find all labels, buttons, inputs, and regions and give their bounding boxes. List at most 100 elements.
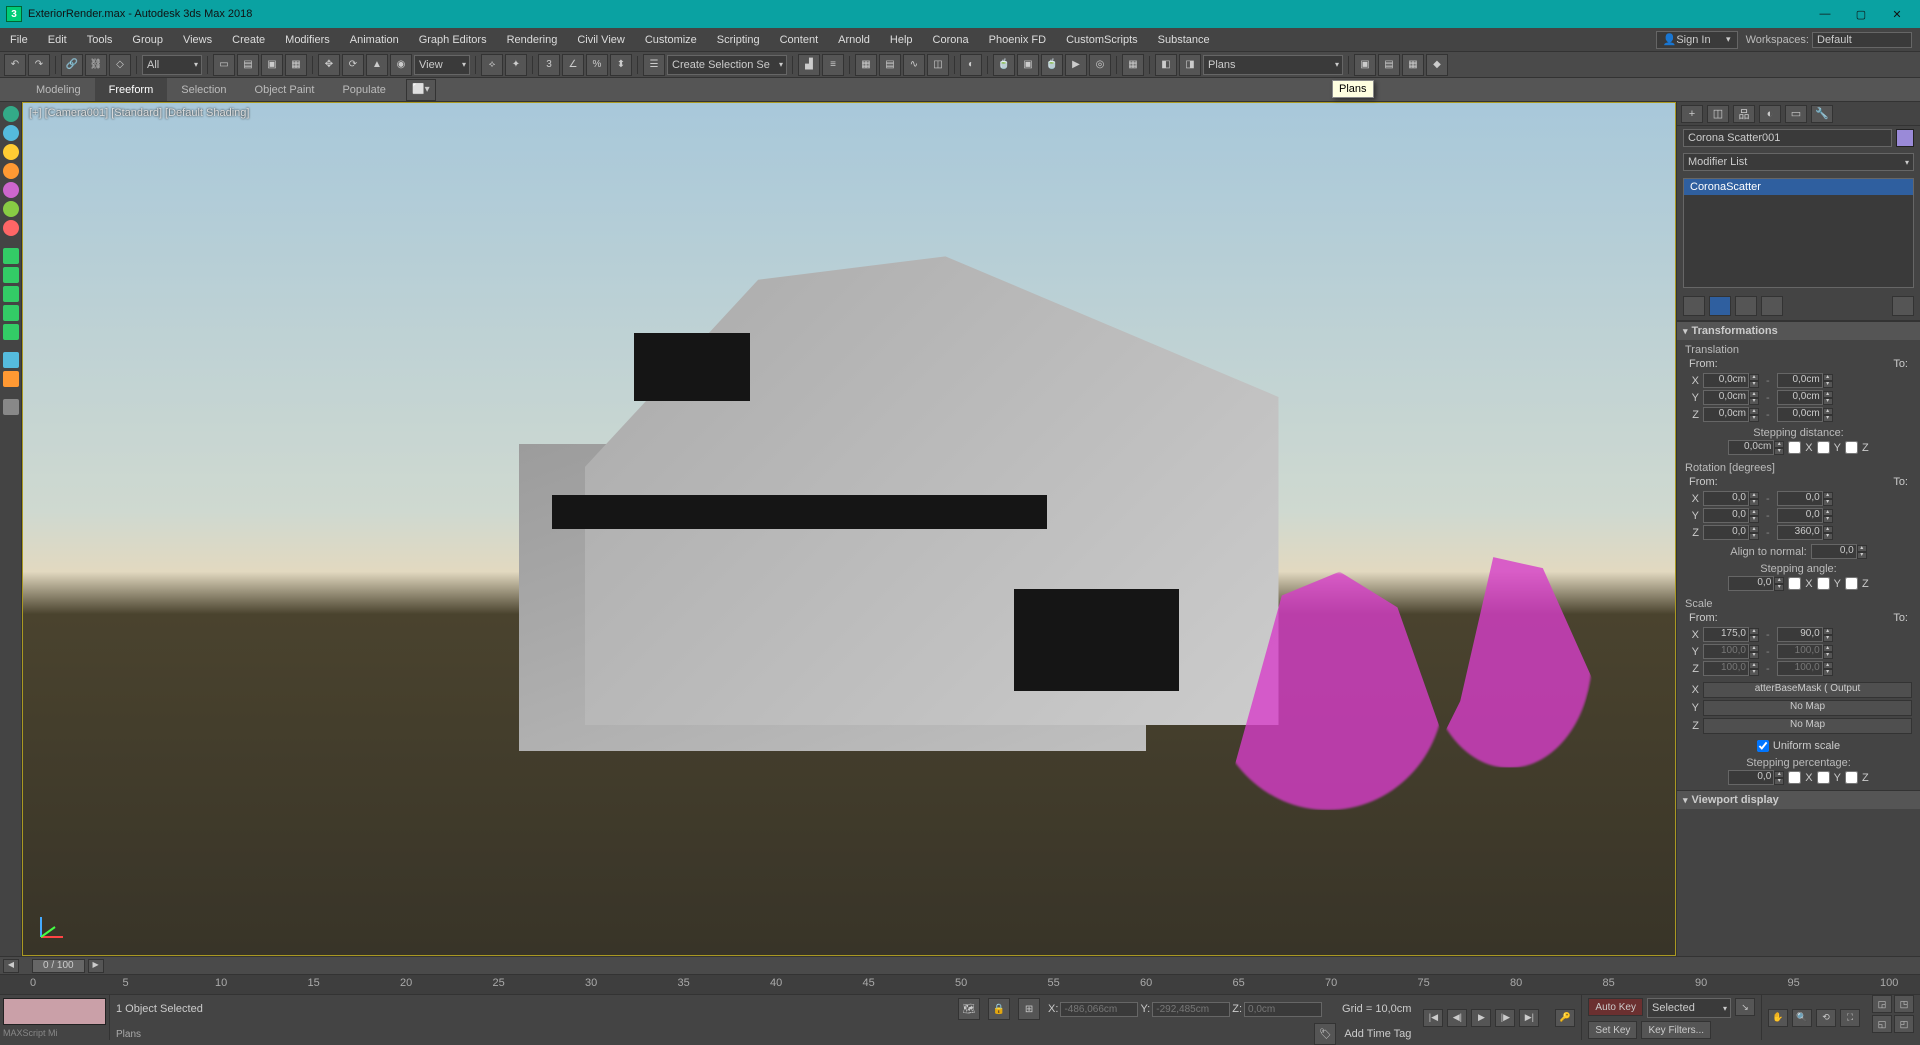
menu-modifiers[interactable]: Modifiers [275, 28, 340, 51]
time-prev[interactable]: ◀ [3, 959, 19, 973]
ribbon-toggle[interactable]: ⬜▾ [406, 79, 436, 101]
vp-nav3[interactable]: ◱ [1872, 1015, 1892, 1033]
custom7[interactable]: ◆ [1426, 54, 1448, 76]
step-distance[interactable]: 0,0cm [1728, 440, 1774, 455]
nav-zoom-icon[interactable]: 🔍 [1792, 1009, 1812, 1027]
tab-populate[interactable]: Populate [328, 78, 399, 101]
add-time-tag[interactable]: Add Time Tag [1344, 1028, 1411, 1040]
redo-button[interactable]: ↷ [28, 54, 50, 76]
viewport[interactable]: [+] [Camera001] [Standard] [Default Shad… [22, 102, 1676, 956]
sign-in-dropdown[interactable]: 👤 Sign In [1656, 31, 1738, 49]
rot-z-to[interactable]: 360,0 [1777, 525, 1823, 540]
menu-tools[interactable]: Tools [77, 28, 123, 51]
nav-max-icon[interactable]: ⛶ [1840, 1009, 1860, 1027]
mirror-button[interactable]: ▟ [798, 54, 820, 76]
coord-display-icon[interactable]: ⊞ [1018, 998, 1040, 1020]
create-space-icon[interactable] [3, 201, 19, 217]
render-setup[interactable]: 🍵 [993, 54, 1015, 76]
tool-d-icon[interactable] [3, 305, 19, 321]
nav-pan-icon[interactable]: ✋ [1768, 1009, 1788, 1027]
set-key-button[interactable]: Set Key [1588, 1021, 1637, 1039]
spinner-snap[interactable]: ⬍ [610, 54, 632, 76]
step-pct-y[interactable] [1817, 771, 1830, 784]
menu-rendering[interactable]: Rendering [497, 28, 568, 51]
menu-animation[interactable]: Animation [340, 28, 409, 51]
custom6[interactable]: ▦ [1402, 54, 1424, 76]
menu-group[interactable]: Group [122, 28, 173, 51]
menu-corona[interactable]: Corona [923, 28, 979, 51]
ref-coord-system[interactable]: View [414, 55, 470, 75]
tool-a-icon[interactable] [3, 248, 19, 264]
scale-z-to[interactable]: 100,0 [1777, 661, 1823, 676]
scale-tool[interactable]: ▲ [366, 54, 388, 76]
goto-start[interactable]: |◀ [1423, 1009, 1443, 1027]
trans-x-from[interactable]: 0,0cm [1703, 373, 1749, 388]
layer-explorer[interactable]: ▦ [855, 54, 877, 76]
rot-x-from[interactable]: 0,0 [1703, 491, 1749, 506]
pivot-button[interactable]: ⟡ [481, 54, 503, 76]
bind-button[interactable]: ◇ [109, 54, 131, 76]
step-ang-z[interactable] [1845, 577, 1858, 590]
cp-modify-icon[interactable]: ◫ [1707, 105, 1729, 123]
create-sys-icon[interactable] [3, 220, 19, 236]
coord-x[interactable]: -486,066cm [1060, 1002, 1138, 1017]
snap-toggle[interactable]: 3 [538, 54, 560, 76]
nav-orbit-icon[interactable]: ⟲ [1816, 1009, 1836, 1027]
move-tool[interactable]: ✥ [318, 54, 340, 76]
scale-x-from[interactable]: 175,0 [1703, 627, 1749, 642]
placement-tool[interactable]: ◉ [390, 54, 412, 76]
create-shape-icon[interactable] [3, 125, 19, 141]
next-frame[interactable]: |▶ [1495, 1009, 1515, 1027]
modifier-list-dropdown[interactable]: Modifier List [1683, 153, 1914, 171]
cp-hierarchy-icon[interactable]: 品 [1733, 105, 1755, 123]
trans-z-to[interactable]: 0,0cm [1777, 407, 1823, 422]
menu-substance[interactable]: Substance [1148, 28, 1220, 51]
tab-selection[interactable]: Selection [167, 78, 240, 101]
menu-arnold[interactable]: Arnold [828, 28, 880, 51]
rot-y-from[interactable]: 0,0 [1703, 508, 1749, 523]
tool-g-icon[interactable] [3, 371, 19, 387]
object-color-swatch[interactable] [1896, 129, 1914, 147]
menu-graph-editors[interactable]: Graph Editors [409, 28, 497, 51]
time-ruler[interactable]: 0510152025303540455055606570758085909510… [0, 974, 1920, 994]
create-cam-icon[interactable] [3, 163, 19, 179]
maxscript-mini[interactable]: MAXScript Mi [0, 1028, 109, 1040]
cp-display-icon[interactable]: ▭ [1785, 105, 1807, 123]
lock-icon[interactable]: 🔒 [988, 998, 1010, 1020]
render-framewin[interactable]: ▣ [1017, 54, 1039, 76]
menu-file[interactable]: File [0, 28, 38, 51]
object-name-input[interactable] [1683, 129, 1892, 147]
maximize-button[interactable]: ▢ [1844, 3, 1878, 25]
scale-map-x[interactable]: atterBaseMask ( Output [1703, 682, 1912, 698]
key-filter-dropdown[interactable]: Selected [1647, 998, 1731, 1018]
plans-dropdown[interactable]: Plans [1203, 55, 1343, 75]
menu-phoenixfd[interactable]: Phoenix FD [979, 28, 1056, 51]
trans-y-to[interactable]: 0,0cm [1777, 390, 1823, 405]
workspaces-input[interactable] [1812, 32, 1912, 48]
minimize-button[interactable]: — [1808, 3, 1842, 25]
prev-frame[interactable]: ◀| [1447, 1009, 1467, 1027]
select-object[interactable]: ▭ [213, 54, 235, 76]
cp-create-icon[interactable]: + [1681, 105, 1703, 123]
show-end-result-icon[interactable] [1709, 296, 1731, 316]
time-slider[interactable]: ◀ 0 / 100 ▶ [0, 956, 1920, 974]
color-swatch[interactable] [3, 998, 106, 1025]
schematic-view[interactable]: ◫ [927, 54, 949, 76]
scale-x-to[interactable]: 90,0 [1777, 627, 1823, 642]
custom4[interactable]: ▣ [1354, 54, 1376, 76]
window-crossing[interactable]: ▦ [285, 54, 307, 76]
select-rect[interactable]: ▣ [261, 54, 283, 76]
stack-item[interactable]: CoronaScatter [1684, 179, 1913, 195]
step-dist-z[interactable] [1845, 441, 1858, 454]
goto-end[interactable]: ▶| [1519, 1009, 1539, 1027]
percent-snap[interactable]: % [586, 54, 608, 76]
material-editor[interactable]: ◐ [960, 54, 982, 76]
configure-sets-icon[interactable] [1892, 296, 1914, 316]
step-angle[interactable]: 0,0 [1728, 576, 1774, 591]
selection-filter[interactable]: All [142, 55, 202, 75]
coord-z[interactable]: 0,0cm [1244, 1002, 1322, 1017]
cp-utilities-icon[interactable]: 🔧 [1811, 105, 1833, 123]
step-ang-x[interactable] [1788, 577, 1801, 590]
angle-snap[interactable]: ∠ [562, 54, 584, 76]
custom2[interactable]: ◧ [1155, 54, 1177, 76]
